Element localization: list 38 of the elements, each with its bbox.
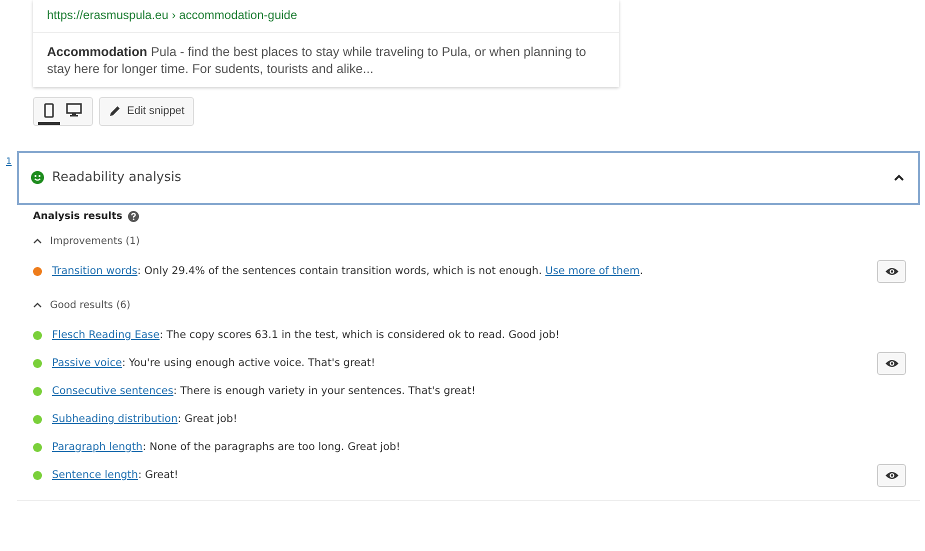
chevron-up-icon bbox=[33, 238, 42, 244]
eye-icon bbox=[884, 471, 898, 480]
panel-title: Readability analysis bbox=[52, 168, 182, 187]
result-text: Transition words: Only 29.4% of the sentences contain transition words, which is not enough. Use more of them. bbox=[52, 264, 644, 279]
result-link[interactable]: Passive voice bbox=[52, 356, 122, 369]
edit-snippet-button[interactable]: Edit snippet bbox=[99, 97, 194, 126]
monitor-icon bbox=[66, 103, 82, 118]
advice-link[interactable]: Use more of them bbox=[545, 264, 640, 277]
result-link[interactable]: Flesch Reading Ease bbox=[52, 328, 160, 341]
highlight-button[interactable] bbox=[877, 260, 906, 283]
group-toggle[interactable]: Improvements (1) bbox=[33, 234, 140, 248]
result-link[interactable]: Subheading distribution bbox=[52, 412, 178, 425]
result-text: Passive voice: You're using enough active voice. That's great! bbox=[52, 356, 376, 371]
results-heading: Analysis results bbox=[33, 210, 122, 224]
snippet-url: https://erasmuspula.eu › accommodation-guide bbox=[33, 0, 619, 33]
result-text: Paragraph length: None of the paragraphs are too long. Great job! bbox=[52, 440, 402, 455]
result-text: Subheading distribution: Great job! bbox=[52, 412, 238, 427]
result-text: Flesch Reading Ease: The copy scores 63.1 in the test, which is considered ok to read. Good job! bbox=[52, 328, 561, 343]
result-text: Consecutive sentences: There is enough variety in your sentences. That's great! bbox=[52, 384, 477, 399]
highlight-button[interactable] bbox=[877, 352, 906, 375]
smiley-icon bbox=[31, 171, 44, 184]
panel-header[interactable]: Readability analysis bbox=[17, 150, 920, 204]
phone-icon bbox=[44, 102, 54, 118]
eye-icon bbox=[884, 267, 898, 276]
eye-icon bbox=[884, 359, 898, 368]
result-link[interactable]: Sentence length bbox=[52, 468, 138, 481]
snippet-description: Accommodation Pula - find the best places to stay while traveling to Pula, or when planning to stay here for longer time. For sudents, tourists and alike... bbox=[46, 43, 588, 78]
chevron-up-icon[interactable] bbox=[892, 172, 906, 183]
margin-link[interactable]: 1 bbox=[6, 156, 12, 170]
result-link[interactable]: Consecutive sentences bbox=[52, 384, 174, 397]
result-link[interactable]: Transition words bbox=[52, 264, 138, 277]
group-toggle[interactable]: Good results (6) bbox=[33, 298, 130, 312]
highlight-button[interactable] bbox=[877, 464, 906, 487]
result-text: Sentence length: Great! bbox=[52, 468, 180, 483]
help-icon bbox=[128, 210, 140, 222]
pencil-icon bbox=[109, 105, 121, 118]
chevron-up-icon bbox=[33, 302, 42, 308]
result-link[interactable]: Paragraph length bbox=[52, 440, 143, 453]
